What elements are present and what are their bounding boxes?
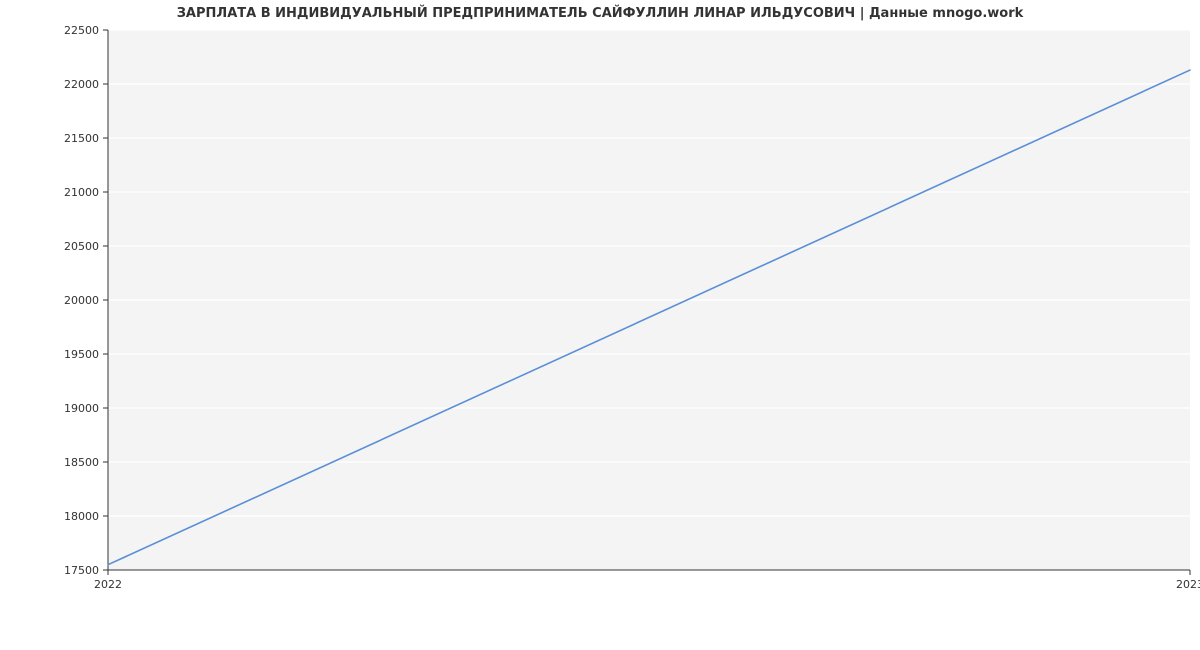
chart-svg: 17500 18000 18500 19000 19500 20000 20500 21000… bbox=[0, 0, 1200, 650]
y-tick-label: 19500 bbox=[64, 348, 99, 361]
x-tick-label: 2023 bbox=[1176, 578, 1200, 591]
y-tick-label: 22000 bbox=[64, 78, 99, 91]
y-tick-label: 18500 bbox=[64, 456, 99, 469]
y-tick-label: 21500 bbox=[64, 132, 99, 145]
y-tick-label: 19000 bbox=[64, 402, 99, 415]
y-tick-label: 18000 bbox=[64, 510, 99, 523]
chart-container: ЗАРПЛАТА В ИНДИВИДУАЛЬНЫЙ ПРЕДПРИНИМАТЕЛ… bbox=[0, 0, 1200, 650]
y-tick-label: 20000 bbox=[64, 294, 99, 307]
x-tick-label: 2022 bbox=[94, 578, 122, 591]
y-tick-label: 21000 bbox=[64, 186, 99, 199]
y-tick-label: 22500 bbox=[64, 24, 99, 37]
y-tick-label: 20500 bbox=[64, 240, 99, 253]
y-tick-label: 17500 bbox=[64, 564, 99, 577]
